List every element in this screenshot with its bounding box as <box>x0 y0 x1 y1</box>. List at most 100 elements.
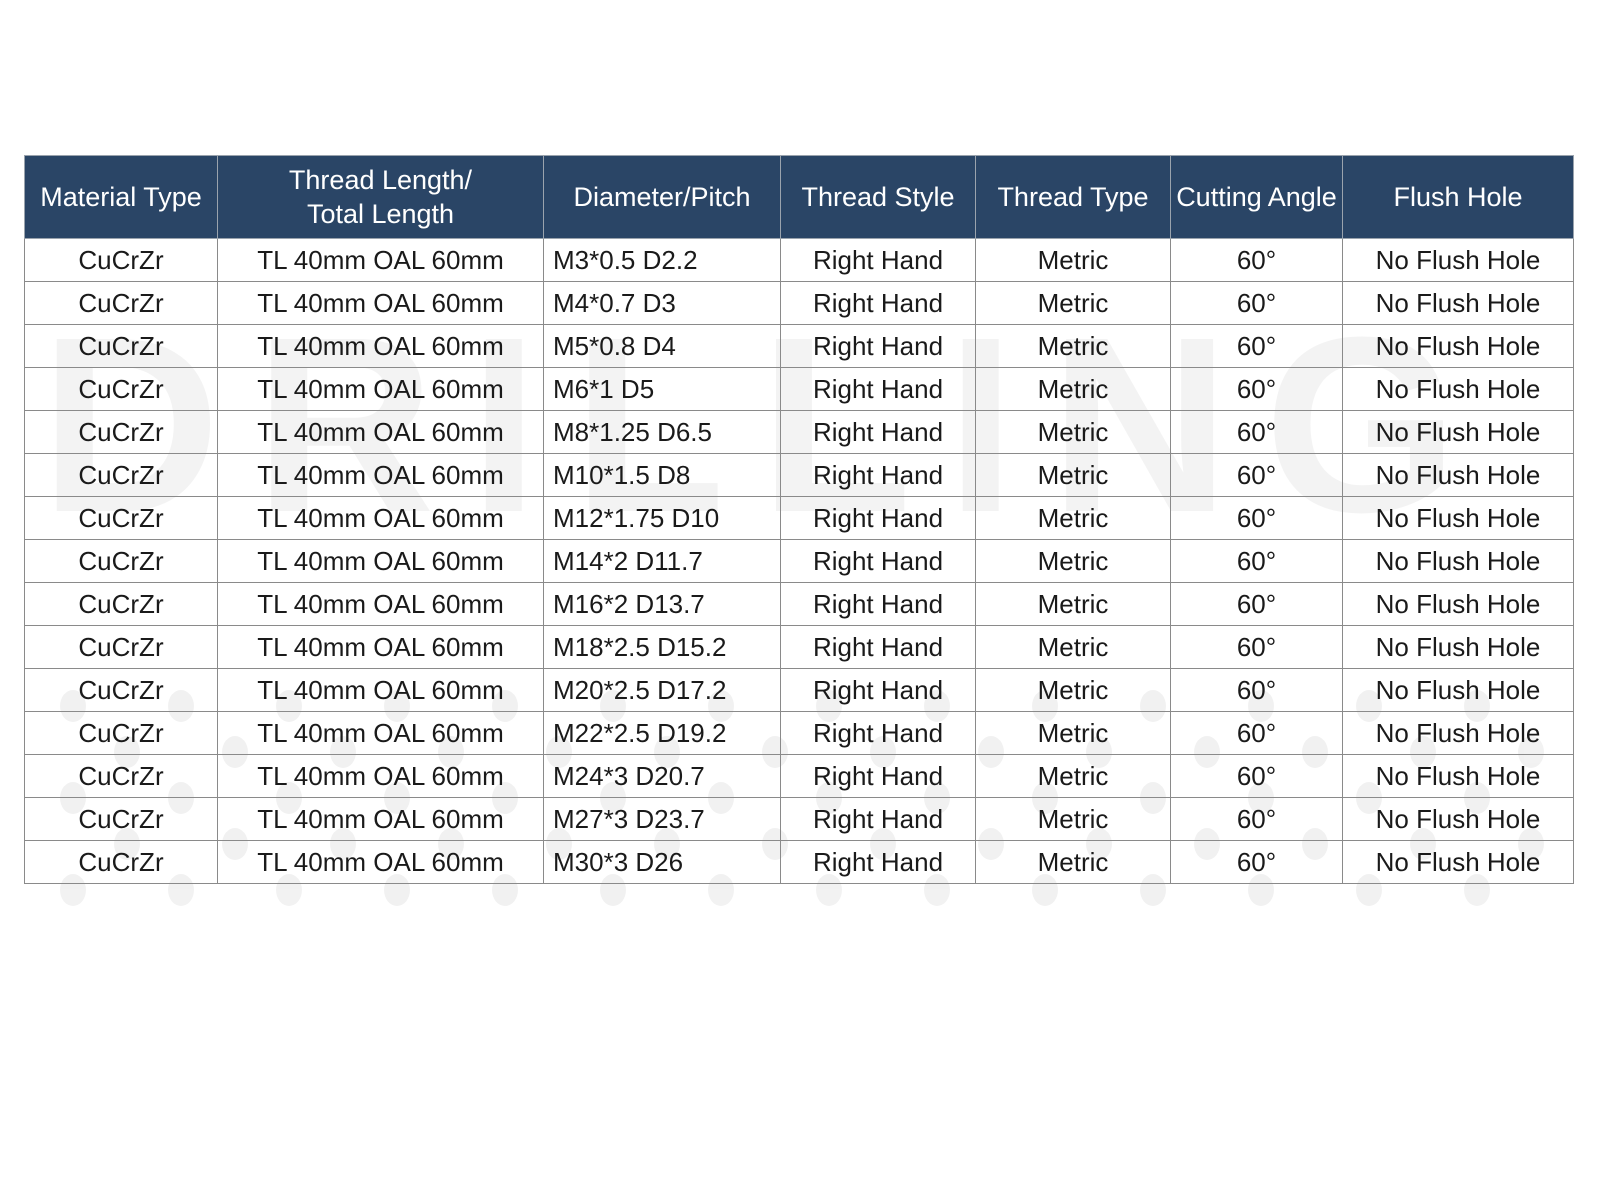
column-header-label: Thread Style <box>801 182 955 212</box>
table-row[interactable]: CuCrZr TL 40mm OAL 60mm M27*3 D23.7 Right H… <box>24 797 1574 841</box>
table-row[interactable]: CuCrZr TL 40mm OAL 60mm M20*2.5 D17.2 Right… <box>24 668 1574 712</box>
cell-thread_length: TL 40mm OAL 60mm <box>217 410 544 454</box>
cell-thread_type: Metric <box>975 582 1171 626</box>
cell-diameter_pitch: M20*2.5 D17.2 <box>543 668 781 712</box>
cell-cutting_angle: 60° <box>1170 324 1343 368</box>
cell-diameter_pitch: M24*3 D20.7 <box>543 754 781 798</box>
table-row[interactable]: CuCrZr TL 40mm OAL 60mm M16*2 D13.7 Right H… <box>24 582 1574 626</box>
column-header-label: Flush Hole <box>1393 182 1523 212</box>
cell-thread_type: Metric <box>975 754 1171 798</box>
cell-flush_hole: No Flush Hole <box>1342 840 1574 884</box>
cell-thread_type: Metric <box>975 711 1171 755</box>
cell-cutting_angle: 60° <box>1170 668 1343 712</box>
cell-thread_type: Metric <box>975 496 1171 540</box>
cell-cutting_angle: 60° <box>1170 496 1343 540</box>
cell-thread_type: Metric <box>975 797 1171 841</box>
column-header-label: Thread Length/ <box>288 165 473 195</box>
cell-thread_style: Right Hand <box>780 797 976 841</box>
cell-flush_hole: No Flush Hole <box>1342 324 1574 368</box>
cell-material_type: CuCrZr <box>24 367 218 411</box>
cell-thread_length: TL 40mm OAL 60mm <box>217 453 544 497</box>
cell-material_type: CuCrZr <box>24 668 218 712</box>
table-row[interactable]: CuCrZr TL 40mm OAL 60mm M22*2.5 D19.2 Right… <box>24 711 1574 755</box>
cell-cutting_angle: 60° <box>1170 711 1343 755</box>
cell-flush_hole: No Flush Hole <box>1342 754 1574 798</box>
cell-thread_type: Metric <box>975 668 1171 712</box>
table-row[interactable]: CuCrZr TL 40mm OAL 60mm M8*1.25 D6.5 Right … <box>24 410 1574 454</box>
cell-diameter_pitch: M14*2 D11.7 <box>543 539 781 583</box>
column-header-diameter_pitch[interactable]: Diameter/Pitch <box>543 155 781 239</box>
cell-thread_length: TL 40mm OAL 60mm <box>217 625 544 669</box>
cell-cutting_angle: 60° <box>1170 539 1343 583</box>
cell-flush_hole: No Flush Hole <box>1342 410 1574 454</box>
table-row[interactable]: CuCrZr TL 40mm OAL 60mm M30*3 D26 Right Han… <box>24 840 1574 884</box>
cell-thread_type: Metric <box>975 367 1171 411</box>
column-header-material_type[interactable]: Material Type <box>24 155 218 239</box>
cell-material_type: CuCrZr <box>24 238 218 282</box>
cell-material_type: CuCrZr <box>24 582 218 626</box>
column-header-thread_length[interactable]: Thread Length/Total Length <box>217 155 544 239</box>
cell-cutting_angle: 60° <box>1170 453 1343 497</box>
cell-thread_style: Right Hand <box>780 453 976 497</box>
cell-material_type: CuCrZr <box>24 410 218 454</box>
cell-thread_type: Metric <box>975 539 1171 583</box>
cell-thread_length: TL 40mm OAL 60mm <box>217 324 544 368</box>
cell-thread_type: Metric <box>975 453 1171 497</box>
cell-material_type: CuCrZr <box>24 281 218 325</box>
cell-flush_hole: No Flush Hole <box>1342 711 1574 755</box>
table-row[interactable]: CuCrZr TL 40mm OAL 60mm M24*3 D20.7 Right H… <box>24 754 1574 798</box>
specification-table: Material Type Thread Length/Total Length D… <box>24 155 1574 884</box>
column-header-flush_hole[interactable]: Flush Hole <box>1342 155 1574 239</box>
column-header-thread_type[interactable]: Thread Type <box>975 155 1171 239</box>
cell-thread_length: TL 40mm OAL 60mm <box>217 539 544 583</box>
table-row[interactable]: CuCrZr TL 40mm OAL 60mm M4*0.7 D3 Right Han… <box>24 281 1574 325</box>
cell-thread_length: TL 40mm OAL 60mm <box>217 754 544 798</box>
cell-thread_type: Metric <box>975 324 1171 368</box>
cell-thread_style: Right Hand <box>780 238 976 282</box>
cell-material_type: CuCrZr <box>24 453 218 497</box>
cell-diameter_pitch: M16*2 D13.7 <box>543 582 781 626</box>
cell-cutting_angle: 60° <box>1170 281 1343 325</box>
cell-diameter_pitch: M10*1.5 D8 <box>543 453 781 497</box>
cell-thread_type: Metric <box>975 238 1171 282</box>
table-row[interactable]: CuCrZr TL 40mm OAL 60mm M12*1.75 D10 Right … <box>24 496 1574 540</box>
specification-table-container: Material Type Thread Length/Total Length D… <box>24 155 1574 884</box>
table-row[interactable]: CuCrZr TL 40mm OAL 60mm M10*1.5 D8 Right Ha… <box>24 453 1574 497</box>
column-header-thread_style[interactable]: Thread Style <box>780 155 976 239</box>
cell-thread_style: Right Hand <box>780 410 976 454</box>
cell-cutting_angle: 60° <box>1170 582 1343 626</box>
cell-flush_hole: No Flush Hole <box>1342 582 1574 626</box>
table-row[interactable]: CuCrZr TL 40mm OAL 60mm M18*2.5 D15.2 Right… <box>24 625 1574 669</box>
column-header-label: Material Type <box>40 182 202 212</box>
cell-flush_hole: No Flush Hole <box>1342 367 1574 411</box>
cell-thread_length: TL 40mm OAL 60mm <box>217 281 544 325</box>
cell-thread_style: Right Hand <box>780 496 976 540</box>
table-row[interactable]: CuCrZr TL 40mm OAL 60mm M3*0.5 D2.2 Right H… <box>24 238 1574 282</box>
cell-thread_style: Right Hand <box>780 367 976 411</box>
cell-flush_hole: No Flush Hole <box>1342 496 1574 540</box>
cell-cutting_angle: 60° <box>1170 410 1343 454</box>
cell-cutting_angle: 60° <box>1170 797 1343 841</box>
table-row[interactable]: CuCrZr TL 40mm OAL 60mm M14*2 D11.7 Right H… <box>24 539 1574 583</box>
cell-material_type: CuCrZr <box>24 840 218 884</box>
table-row[interactable]: CuCrZr TL 40mm OAL 60mm M6*1 D5 Right Hand M… <box>24 367 1574 411</box>
cell-thread_style: Right Hand <box>780 754 976 798</box>
column-header-label: Thread Type <box>997 182 1149 212</box>
cell-diameter_pitch: M6*1 D5 <box>543 367 781 411</box>
cell-cutting_angle: 60° <box>1170 625 1343 669</box>
cell-thread_type: Metric <box>975 281 1171 325</box>
table-row[interactable]: CuCrZr TL 40mm OAL 60mm M5*0.8 D4 Right Han… <box>24 324 1574 368</box>
cell-thread_style: Right Hand <box>780 711 976 755</box>
cell-thread_length: TL 40mm OAL 60mm <box>217 582 544 626</box>
cell-material_type: CuCrZr <box>24 539 218 583</box>
cell-thread_length: TL 40mm OAL 60mm <box>217 367 544 411</box>
cell-thread_style: Right Hand <box>780 324 976 368</box>
cell-material_type: CuCrZr <box>24 324 218 368</box>
cell-material_type: CuCrZr <box>24 711 218 755</box>
cell-flush_hole: No Flush Hole <box>1342 668 1574 712</box>
cell-material_type: CuCrZr <box>24 797 218 841</box>
table-header: Material Type Thread Length/Total Length D… <box>24 155 1574 239</box>
cell-flush_hole: No Flush Hole <box>1342 238 1574 282</box>
cell-cutting_angle: 60° <box>1170 754 1343 798</box>
column-header-cutting_angle[interactable]: Cutting Angle <box>1170 155 1343 239</box>
